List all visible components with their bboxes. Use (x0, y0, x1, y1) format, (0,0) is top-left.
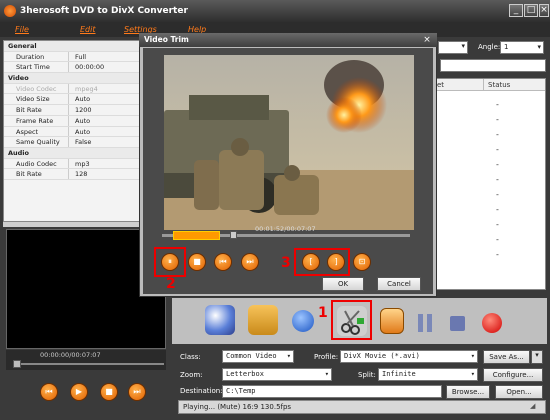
refresh-icon[interactable] (292, 310, 314, 332)
ok-button[interactable]: OK (322, 277, 364, 291)
preview-seek-handle[interactable] (13, 360, 21, 368)
browse-button[interactable]: Browse... (446, 385, 490, 399)
status-cell: - (496, 220, 499, 229)
class-label: Class: (180, 353, 201, 361)
angle-select[interactable]: 1 ▾ (500, 41, 544, 54)
trim-prev-button[interactable]: ⏮ (214, 253, 232, 271)
profile-select[interactable]: DivX Movie (*.avi) ▾ (340, 350, 478, 363)
status-cell: - (496, 100, 499, 109)
title-bar: 3herosoft DVD to DivX Converter (0, 0, 550, 22)
status-cell: - (496, 160, 499, 169)
set-end-button[interactable]: ] (327, 253, 345, 271)
save-as-button[interactable]: Save As... (483, 350, 530, 364)
chevron-down-icon: ▾ (286, 352, 291, 360)
column-header-partial[interactable]: et (433, 79, 483, 91)
trim-seek-handle[interactable] (230, 231, 237, 239)
import-icon[interactable] (248, 305, 278, 335)
search-field[interactable] (440, 59, 546, 72)
open-dvd-icon[interactable] (205, 305, 235, 335)
output-settings-icon[interactable] (380, 308, 404, 334)
column-header-status[interactable]: Status (483, 79, 545, 91)
stop-icon[interactable] (450, 316, 465, 331)
play-button[interactable]: ▶ (70, 383, 88, 401)
trim-selection[interactable] (173, 231, 220, 240)
status-cell: - (496, 115, 499, 124)
record-convert-icon[interactable] (482, 313, 502, 333)
video-scene-image (164, 55, 414, 230)
configure-button[interactable]: Configure... (483, 368, 543, 382)
dialog-title: Video Trim (139, 33, 437, 47)
minimize-button[interactable]: _ (509, 4, 523, 17)
status-cell: - (496, 250, 499, 259)
file-table (432, 78, 546, 290)
preview-time: 00:00:00/00:07:07 (40, 351, 101, 359)
split-label: Split: (358, 371, 376, 379)
prev-frame-button[interactable]: ⏮ (40, 383, 58, 401)
reset-trim-button[interactable]: ⊡ (353, 253, 371, 271)
destination-input[interactable]: C:\Temp (222, 385, 442, 398)
pause-icon[interactable] (418, 314, 432, 332)
close-button[interactable]: × (539, 4, 549, 17)
status-cell: - (496, 205, 499, 214)
status-cell: - (496, 145, 499, 154)
chevron-down-icon: ▾ (470, 370, 475, 378)
stop-button[interactable]: ■ (100, 383, 118, 401)
menu-edit[interactable]: Edit (80, 22, 96, 37)
trim-stop-button[interactable]: ■ (188, 253, 206, 271)
status-text: Playing... (Mute) 16:9 130.5fps (183, 403, 292, 411)
status-bar: Playing... (Mute) 16:9 130.5fps (178, 400, 546, 414)
video-frame (164, 55, 414, 230)
set-start-button[interactable]: [ (302, 253, 320, 271)
open-button[interactable]: Open... (495, 385, 543, 399)
trim-play-button[interactable]: ⏸ (161, 253, 179, 271)
annotation-number-2: 2 (166, 276, 176, 292)
next-frame-button[interactable]: ⏭ (128, 383, 146, 401)
class-select[interactable]: Common Video ▾ (222, 350, 294, 363)
app-logo-icon (4, 5, 16, 17)
chevron-down-icon: ▾ (324, 370, 329, 378)
chevron-down-icon: ▾ (461, 42, 465, 50)
dialog-close-button[interactable]: × (421, 35, 433, 45)
chevron-down-icon: ▾ (470, 352, 475, 360)
scissors-trim-icon[interactable] (337, 306, 367, 336)
trim-next-button[interactable]: ⏭ (241, 253, 259, 271)
profile-label: Profile: (314, 353, 339, 361)
resize-grip-icon[interactable]: ◢ (530, 402, 535, 410)
chevron-down-icon: ▾ (537, 43, 541, 51)
status-cell: - (496, 130, 499, 139)
scissors-icon (341, 310, 364, 335)
status-cell: - (496, 190, 499, 199)
dropdown-partial[interactable]: ▾ (438, 41, 468, 54)
preview-seek-track[interactable] (14, 363, 164, 365)
menu-file[interactable]: File (15, 22, 29, 37)
angle-label: Angle: (478, 43, 501, 51)
maximize-button[interactable]: □ (524, 4, 538, 17)
zoom-select[interactable]: Letterbox ▾ (222, 368, 332, 381)
split-select[interactable]: Infinite ▾ (378, 368, 478, 381)
trim-time: 00:01:52/00:07:07 (255, 225, 316, 233)
cancel-button[interactable]: Cancel (377, 277, 421, 291)
destination-label: Destination: (180, 387, 223, 395)
chevron-down-icon[interactable]: ▾ (531, 350, 543, 364)
annotation-number-1: 1 (318, 305, 328, 321)
status-cell: - (496, 235, 499, 244)
annotation-number-3: 3 (281, 255, 291, 271)
status-cell: - (496, 175, 499, 184)
zoom-label: Zoom: (180, 371, 203, 379)
